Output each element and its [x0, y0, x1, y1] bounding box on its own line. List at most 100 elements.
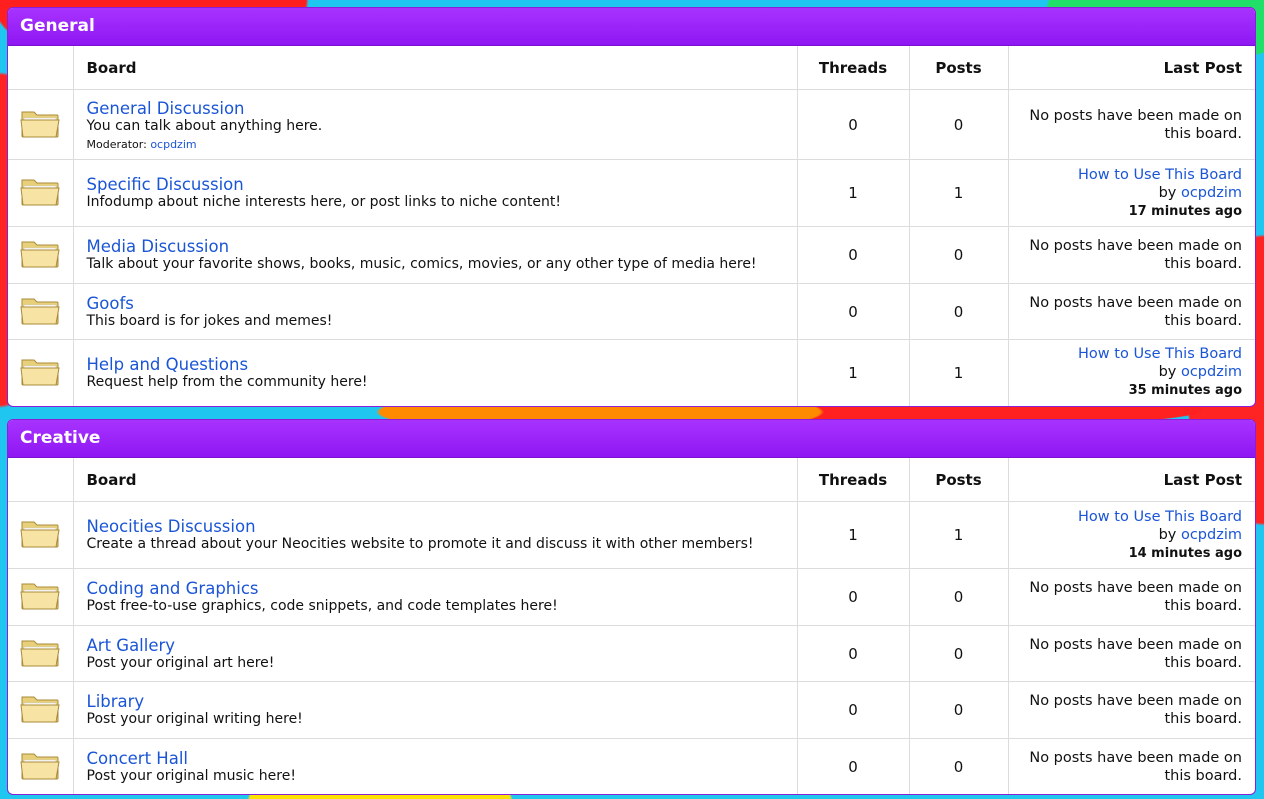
folder-icon: [19, 292, 61, 328]
board-description: You can talk about anything here.: [86, 117, 323, 134]
board-row: Goofs This board is for jokes and memes!…: [8, 283, 1255, 340]
last-post-thread-link[interactable]: How to Use This Board: [1078, 346, 1242, 362]
board-row: Neocities Discussion Create a thread abo…: [8, 501, 1255, 569]
threads-count: 0: [797, 226, 910, 284]
board-title-link[interactable]: Help and Questions: [87, 355, 797, 374]
last-post-by-label: by: [1158, 526, 1177, 543]
board-column-header: Board: [73, 46, 798, 90]
category-title[interactable]: General: [8, 8, 1255, 46]
posts-count: 1: [909, 501, 1009, 569]
moderator-label: Moderator:: [86, 137, 147, 151]
last-post-cell: No posts have been made on this board.: [1029, 749, 1242, 784]
board-description: Post your original art here!: [86, 654, 275, 671]
board-title-link[interactable]: Coding and Graphics: [87, 579, 797, 598]
last-post-time: 35 minutes ago: [1128, 383, 1242, 399]
board-row: Art Gallery Post your original art here!…: [8, 625, 1255, 682]
posts-count: 0: [909, 681, 1009, 739]
posts-column-header: Posts: [909, 458, 1009, 502]
threads-column-header: Threads: [797, 458, 910, 502]
board-description: Post your original writing here!: [86, 711, 303, 727]
category-general: General Board Threads Posts Last Post Ge…: [7, 7, 1256, 407]
posts-count: 0: [909, 226, 1009, 284]
threads-count: 0: [797, 681, 910, 739]
posts-count: 1: [909, 339, 1009, 406]
last-post-thread-link[interactable]: How to Use This Board: [1078, 167, 1242, 183]
board-description: Talk about your favorite shows, books, m…: [86, 256, 757, 272]
last-post-cell: How to Use This Board by ocpdzim 14 minu…: [1008, 501, 1255, 569]
board-title-link[interactable]: Art Gallery: [87, 636, 797, 655]
icon-column-header: [8, 46, 74, 90]
board-title-link[interactable]: General Discussion: [87, 99, 797, 118]
board-title-link[interactable]: Concert Hall: [87, 749, 797, 768]
threads-column-header: Threads: [797, 46, 910, 90]
board-title-link[interactable]: Goofs: [87, 294, 797, 313]
last-post-author-link[interactable]: ocpdzim: [1181, 364, 1242, 380]
threads-count: 1: [797, 339, 910, 406]
board-row: General Discussion You can talk about an…: [8, 89, 1255, 160]
last-post-time: 17 minutes ago: [1128, 203, 1242, 219]
board-description: Request help from the community here!: [86, 373, 368, 390]
folder-icon: [19, 577, 61, 613]
folder-icon: [19, 690, 61, 726]
last-post-cell: No posts have been made on this board.: [1008, 625, 1255, 682]
table-header-row: Board Threads Posts Last Post: [8, 46, 1255, 90]
board-table: Board Threads Posts Last Post Neocities …: [8, 458, 1255, 794]
moderator-link[interactable]: ocpdzim: [150, 138, 196, 151]
moderator-line: Moderator: ocpdzim: [87, 138, 797, 151]
folder-icon: [19, 235, 61, 271]
board-description: Create a thread about your Neocities web…: [86, 536, 754, 552]
threads-count: 0: [797, 89, 910, 160]
folder-icon: [19, 747, 61, 783]
last-post-author-link[interactable]: ocpdzim: [1181, 527, 1242, 543]
board-title-link[interactable]: Library: [87, 692, 797, 711]
category-title[interactable]: Creative: [8, 420, 1255, 458]
board-row: Help and Questions Request help from the…: [8, 339, 1255, 406]
posts-column-header: Posts: [909, 46, 1009, 90]
board-description: Infodump about niche interests here, or …: [86, 194, 561, 210]
folder-icon: [19, 634, 61, 670]
folder-icon: [19, 515, 61, 551]
last-post-cell: How to Use This Board by ocpdzim 17 minu…: [1008, 159, 1255, 227]
last-post-by-label: by: [1158, 184, 1177, 201]
threads-count: 1: [797, 501, 910, 569]
threads-count: 1: [797, 159, 910, 227]
board-row: Concert Hall Post your original music he…: [8, 738, 1255, 794]
posts-count: 1: [909, 159, 1009, 227]
board-column-header: Board: [73, 458, 798, 502]
folder-icon: [19, 105, 61, 141]
board-description: This board is for jokes and memes!: [86, 312, 333, 329]
posts-count: 0: [909, 738, 1009, 794]
board-description: Post free-to-use graphics, code snippets…: [86, 598, 558, 614]
board-title-link[interactable]: Media Discussion: [87, 237, 797, 256]
icon-column-header: [8, 458, 74, 502]
last-post-cell: No posts have been made on this board.: [1008, 568, 1255, 626]
folder-icon: [19, 173, 61, 209]
threads-count: 0: [797, 625, 910, 682]
threads-count: 0: [797, 568, 910, 626]
posts-count: 0: [909, 625, 1009, 682]
posts-count: 0: [909, 283, 1009, 340]
board-title-link[interactable]: Neocities Discussion: [87, 517, 797, 536]
last-post-thread-link[interactable]: How to Use This Board: [1078, 509, 1242, 525]
posts-count: 0: [909, 568, 1009, 626]
board-row: Library Post your original writing here!…: [8, 681, 1255, 739]
threads-count: 0: [797, 738, 910, 794]
table-header-row: Board Threads Posts Last Post: [8, 458, 1255, 502]
last-post-cell: No posts have been made on this board.: [1008, 89, 1255, 160]
last-post-cell: How to Use This Board by ocpdzim 35 minu…: [1008, 340, 1255, 406]
last-post-cell: No posts have been made on this board.: [1008, 283, 1255, 340]
last-post-by-label: by: [1158, 364, 1177, 381]
last-post-cell: No posts have been made on this board.: [1008, 226, 1255, 284]
board-row: Media Discussion Talk about your favorit…: [8, 226, 1255, 284]
last-post-cell: No posts have been made on this board.: [1008, 681, 1255, 739]
category-creative: Creative Board Threads Posts Last Post N…: [7, 419, 1256, 795]
board-row: Specific Discussion Infodump about niche…: [8, 159, 1255, 227]
folder-icon: [19, 353, 61, 389]
board-table: Board Threads Posts Last Post General Di…: [8, 46, 1255, 406]
board-title-link[interactable]: Specific Discussion: [87, 175, 797, 194]
last-post-author-link[interactable]: ocpdzim: [1181, 185, 1242, 201]
last-post-column-header: Last Post: [1008, 46, 1255, 90]
threads-count: 0: [797, 283, 910, 340]
board-description: Post your original music here!: [86, 767, 296, 784]
board-row: Coding and Graphics Post free-to-use gra…: [8, 568, 1255, 626]
